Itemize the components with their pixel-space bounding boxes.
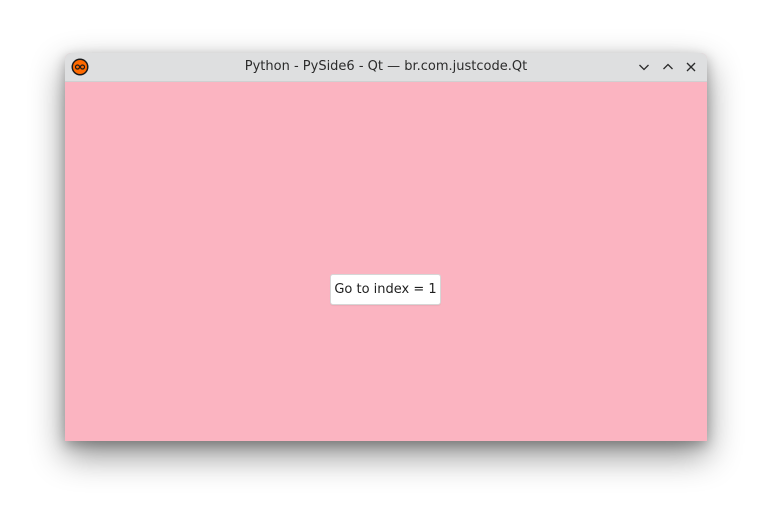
app-window: Python - PySide6 - Qt — br.com.justcode.… — [65, 53, 707, 441]
maximize-button[interactable] — [659, 58, 677, 76]
close-icon — [685, 58, 697, 77]
window-content: Go to index = 1 — [65, 82, 707, 441]
chevron-up-icon — [662, 58, 674, 77]
chevron-down-icon — [638, 58, 650, 77]
close-button[interactable] — [682, 58, 700, 76]
window-title: Python - PySide6 - Qt — br.com.justcode.… — [244, 59, 528, 74]
minimize-button[interactable] — [635, 58, 653, 76]
title-bar[interactable]: Python - PySide6 - Qt — br.com.justcode.… — [65, 53, 707, 82]
go-to-index-button[interactable]: Go to index = 1 — [330, 274, 441, 305]
